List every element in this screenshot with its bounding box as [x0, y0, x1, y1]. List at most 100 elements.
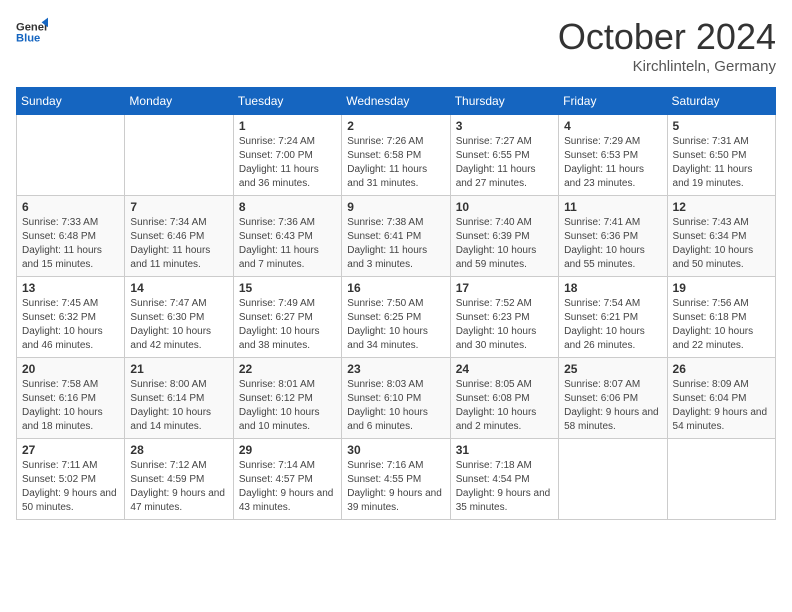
day-info: Sunrise: 7:58 AMSunset: 6:16 PMDaylight:… — [22, 378, 119, 434]
calendar-cell — [17, 115, 125, 196]
weekday-header: Sunday — [17, 88, 125, 115]
calendar-cell: 27 Sunrise: 7:11 AMSunset: 5:02 PMDayligh… — [17, 439, 125, 520]
calendar-week-row: 13 Sunrise: 7:45 AMSunset: 6:32 PMDayligh… — [17, 277, 776, 358]
day-number: 16 — [347, 281, 444, 295]
day-info: Sunrise: 7:34 AMSunset: 6:46 PMDaylight:… — [130, 216, 227, 272]
day-info: Sunrise: 8:00 AMSunset: 6:14 PMDaylight:… — [130, 378, 227, 434]
day-number: 18 — [564, 281, 661, 295]
calendar-cell: 30 Sunrise: 7:16 AMSunset: 4:55 PMDayligh… — [342, 439, 450, 520]
day-number: 28 — [130, 443, 227, 457]
calendar-cell: 9 Sunrise: 7:38 AMSunset: 6:41 PMDaylight… — [342, 196, 450, 277]
day-info: Sunrise: 7:14 AMSunset: 4:57 PMDaylight:… — [239, 459, 336, 515]
calendar-cell: 26 Sunrise: 8:09 AMSunset: 6:04 PMDayligh… — [667, 358, 775, 439]
day-number: 30 — [347, 443, 444, 457]
location: Kirchlinteln, Germany — [558, 58, 776, 75]
day-info: Sunrise: 7:33 AMSunset: 6:48 PMDaylight:… — [22, 216, 119, 272]
day-number: 11 — [564, 200, 661, 214]
calendar-cell: 24 Sunrise: 8:05 AMSunset: 6:08 PMDayligh… — [450, 358, 558, 439]
day-number: 27 — [22, 443, 119, 457]
calendar-cell: 16Sunrise: 7:50 AMSunset: 6:25 PMDayligh… — [342, 277, 450, 358]
day-number: 8 — [239, 200, 336, 214]
day-number: 3 — [456, 119, 553, 133]
day-info: Sunrise: 7:38 AMSunset: 6:41 PMDaylight:… — [347, 216, 444, 272]
day-info: Sunrise: 8:05 AMSunset: 6:08 PMDaylight:… — [456, 378, 553, 434]
day-info: Sunrise: 7:27 AMSunset: 6:55 PMDaylight:… — [456, 135, 553, 191]
weekday-header: Wednesday — [342, 88, 450, 115]
day-info: Sunrise: 7:49 AMSunset: 6:27 PMDaylight:… — [239, 297, 336, 353]
calendar-cell: 12 Sunrise: 7:43 AMSunset: 6:34 PMDayligh… — [667, 196, 775, 277]
day-number: 2 — [347, 119, 444, 133]
day-number: 4 — [564, 119, 661, 133]
day-number: 13 — [22, 281, 119, 295]
day-info: Sunrise: 7:24 AMSunset: 7:00 PMDaylight:… — [239, 135, 336, 191]
day-number: 24 — [456, 362, 553, 376]
calendar-cell: 21 Sunrise: 8:00 AMSunset: 6:14 PMDayligh… — [125, 358, 233, 439]
weekday-header: Friday — [559, 88, 667, 115]
calendar-week-row: 6 Sunrise: 7:33 AMSunset: 6:48 PMDaylight… — [17, 196, 776, 277]
day-number: 14 — [130, 281, 227, 295]
day-info: Sunrise: 7:47 AMSunset: 6:30 PMDaylight:… — [130, 297, 227, 353]
day-info: Sunrise: 7:45 AMSunset: 6:32 PMDaylight:… — [22, 297, 119, 353]
month-title: October 2024 — [558, 16, 776, 58]
calendar-cell: 1 Sunrise: 7:24 AMSunset: 7:00 PMDaylight… — [233, 115, 341, 196]
day-number: 12 — [673, 200, 770, 214]
weekday-header: Thursday — [450, 88, 558, 115]
calendar-cell: 14 Sunrise: 7:47 AMSunset: 6:30 PMDayligh… — [125, 277, 233, 358]
calendar-cell: 3 Sunrise: 7:27 AMSunset: 6:55 PMDaylight… — [450, 115, 558, 196]
calendar-week-row: 1 Sunrise: 7:24 AMSunset: 7:00 PMDaylight… — [17, 115, 776, 196]
logo: General Blue — [16, 16, 48, 48]
day-info: Sunrise: 7:29 AMSunset: 6:53 PMDaylight:… — [564, 135, 661, 191]
day-info: Sunrise: 7:52 AMSunset: 6:23 PMDaylight:… — [456, 297, 553, 353]
weekday-header: Tuesday — [233, 88, 341, 115]
day-info: Sunrise: 7:12 AMSunset: 4:59 PMDaylight:… — [130, 459, 227, 515]
day-number: 26 — [673, 362, 770, 376]
day-info: Sunrise: 7:41 AMSunset: 6:36 PMDaylight:… — [564, 216, 661, 272]
title-block: October 2024 Kirchlinteln, Germany — [558, 16, 776, 75]
day-info: Sunrise: 7:43 AMSunset: 6:34 PMDaylight:… — [673, 216, 770, 272]
day-number: 9 — [347, 200, 444, 214]
page-header: General Blue October 2024 Kirchlinteln, … — [16, 16, 776, 75]
calendar-cell: 28 Sunrise: 7:12 AMSunset: 4:59 PMDayligh… — [125, 439, 233, 520]
day-number: 25 — [564, 362, 661, 376]
day-number: 1 — [239, 119, 336, 133]
day-info: Sunrise: 8:03 AMSunset: 6:10 PMDaylight:… — [347, 378, 444, 434]
calendar-cell — [667, 439, 775, 520]
calendar-cell: 22Sunrise: 8:01 AMSunset: 6:12 PMDayligh… — [233, 358, 341, 439]
calendar-cell: 13 Sunrise: 7:45 AMSunset: 6:32 PMDayligh… — [17, 277, 125, 358]
calendar-cell: 11 Sunrise: 7:41 AMSunset: 6:36 PMDayligh… — [559, 196, 667, 277]
day-info: Sunrise: 7:26 AMSunset: 6:58 PMDaylight:… — [347, 135, 444, 191]
calendar-cell: 6 Sunrise: 7:33 AMSunset: 6:48 PMDaylight… — [17, 196, 125, 277]
calendar-cell — [125, 115, 233, 196]
day-info: Sunrise: 7:36 AMSunset: 6:43 PMDaylight:… — [239, 216, 336, 272]
day-info: Sunrise: 8:01 AMSunset: 6:12 PMDaylight:… — [239, 378, 336, 434]
day-number: 10 — [456, 200, 553, 214]
calendar-cell: 8 Sunrise: 7:36 AMSunset: 6:43 PMDaylight… — [233, 196, 341, 277]
weekday-header: Saturday — [667, 88, 775, 115]
day-info: Sunrise: 8:09 AMSunset: 6:04 PMDaylight:… — [673, 378, 770, 434]
calendar-cell — [559, 439, 667, 520]
day-info: Sunrise: 7:11 AMSunset: 5:02 PMDaylight:… — [22, 459, 119, 515]
calendar-cell: 2 Sunrise: 7:26 AMSunset: 6:58 PMDaylight… — [342, 115, 450, 196]
day-info: Sunrise: 8:07 AMSunset: 6:06 PMDaylight:… — [564, 378, 661, 434]
day-info: Sunrise: 7:31 AMSunset: 6:50 PMDaylight:… — [673, 135, 770, 191]
calendar-cell: 7 Sunrise: 7:34 AMSunset: 6:46 PMDaylight… — [125, 196, 233, 277]
day-number: 15 — [239, 281, 336, 295]
day-number: 29 — [239, 443, 336, 457]
calendar-cell: 15 Sunrise: 7:49 AMSunset: 6:27 PMDayligh… — [233, 277, 341, 358]
day-info: Sunrise: 7:40 AMSunset: 6:39 PMDaylight:… — [456, 216, 553, 272]
calendar-week-row: 27 Sunrise: 7:11 AMSunset: 5:02 PMDayligh… — [17, 439, 776, 520]
calendar-cell: 17 Sunrise: 7:52 AMSunset: 6:23 PMDayligh… — [450, 277, 558, 358]
day-number: 21 — [130, 362, 227, 376]
weekday-header: Monday — [125, 88, 233, 115]
day-info: Sunrise: 7:54 AMSunset: 6:21 PMDaylight:… — [564, 297, 661, 353]
day-number: 23 — [347, 362, 444, 376]
day-number: 7 — [130, 200, 227, 214]
calendar-cell: 31Sunrise: 7:18 AMSunset: 4:54 PMDayligh… — [450, 439, 558, 520]
day-number: 17 — [456, 281, 553, 295]
day-info: Sunrise: 7:16 AMSunset: 4:55 PMDaylight:… — [347, 459, 444, 515]
calendar-cell: 25 Sunrise: 8:07 AMSunset: 6:06 PMDayligh… — [559, 358, 667, 439]
day-number: 19 — [673, 281, 770, 295]
day-number: 6 — [22, 200, 119, 214]
calendar-cell: 20 Sunrise: 7:58 AMSunset: 6:16 PMDayligh… — [17, 358, 125, 439]
day-number: 20 — [22, 362, 119, 376]
